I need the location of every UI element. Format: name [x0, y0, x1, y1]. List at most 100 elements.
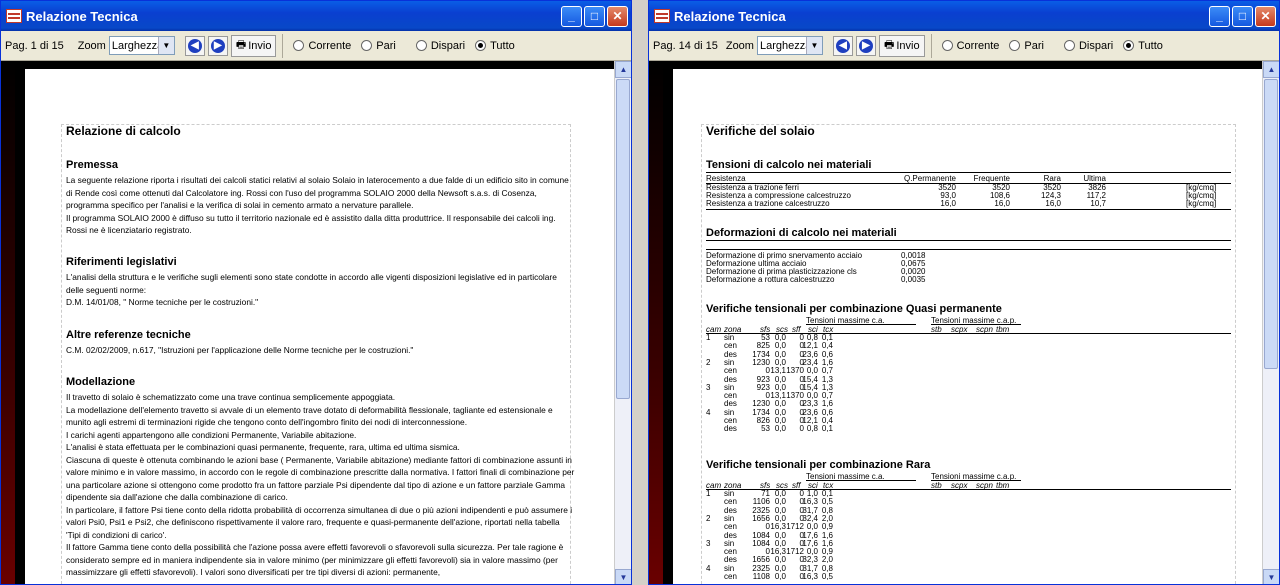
section-heading: Riferimenti legislativi: [66, 256, 177, 268]
arrow-right-icon: ▶: [210, 38, 225, 53]
toolbar-separator: [930, 33, 932, 58]
doc-title: Relazione di calcolo: [66, 124, 181, 138]
document-page: Relazione di calcolo Premessa La seguent…: [25, 69, 618, 584]
radio-dispari[interactable]: Dispari: [1063, 40, 1113, 52]
preview-area[interactable]: Verifiche del solaio Tensioni di calcolo…: [649, 61, 1279, 584]
table-cell: cen: [724, 522, 737, 532]
table-cell: 4: [706, 563, 711, 573]
scroll-thumb[interactable]: [616, 79, 630, 399]
next-page-button[interactable]: ▶: [207, 35, 228, 56]
minimize-button[interactable]: _: [1209, 5, 1230, 27]
table-cell: 3: [706, 538, 711, 548]
page-indicator: Pag. 14 di 15: [653, 39, 718, 52]
section-heading: Verifiche tensionali per combinazione Ra…: [706, 459, 931, 471]
table-cell: 1: [706, 333, 711, 342]
toolbar-separator: [282, 33, 284, 58]
document-page: Verifiche del solaio Tensioni di calcolo…: [673, 69, 1266, 584]
table-cell: 0,9: [821, 522, 833, 532]
table-cell: 0,0035: [901, 275, 926, 284]
radio-corrente[interactable]: Corrente: [293, 40, 351, 52]
table-cell: cen: [724, 366, 737, 376]
printer-icon: 🖶: [883, 39, 895, 51]
section-text: La seguente relazione riporta i risultat…: [66, 175, 569, 235]
doc-title: Verifiche del solaio: [706, 124, 815, 138]
app-icon: [6, 9, 22, 23]
qp-table: Tensioni massime c.a. Tensioni massime c.…: [706, 317, 1231, 445]
table-cell: 0,1: [821, 424, 833, 434]
radio-pari[interactable]: Pari: [361, 40, 396, 52]
close-button[interactable]: ✕: [607, 5, 628, 27]
vertical-scrollbar[interactable]: ▲ ▼: [1262, 61, 1279, 584]
scroll-up-icon[interactable]: ▲: [615, 61, 631, 78]
next-page-button[interactable]: ▶: [855, 35, 876, 56]
scroll-up-icon[interactable]: ▲: [1263, 61, 1279, 78]
arrow-right-icon: ▶: [858, 38, 873, 53]
chevron-down-icon: ▼: [157, 37, 174, 54]
minimize-button[interactable]: _: [561, 5, 582, 27]
app-icon: [654, 9, 670, 23]
arrow-left-icon: ◀: [187, 38, 202, 53]
print-button[interactable]: 🖶 Invio: [230, 34, 277, 57]
report-window-right: Relazione Tecnica _ □ ✕ Pag. 14 di 15 Zo…: [648, 0, 1280, 585]
radio-tutto[interactable]: Tutto: [475, 40, 515, 52]
window-title: Relazione Tecnica: [674, 8, 786, 24]
section-heading: Verifiche tensionali per combinazione Qu…: [706, 303, 1002, 315]
title-bar[interactable]: Relazione Tecnica _ □ ✕: [1, 1, 631, 31]
section-text: C.M. 02/02/2009, n.617, "Istruzioni per …: [66, 345, 414, 355]
radio-dispari[interactable]: Dispari: [415, 40, 465, 52]
tensioni-table: Resistenza Q.Permanente Frequente Rara Ultim…: [706, 175, 1231, 215]
table-cell: Resistenza a trazione calcestruzzo: [706, 199, 830, 208]
maximize-button[interactable]: □: [584, 5, 605, 27]
window-title: Relazione Tecnica: [26, 8, 138, 24]
table-cell: 16,0: [994, 199, 1010, 208]
section-heading: Altre referenze tecniche: [66, 329, 191, 341]
page-indicator: Pag. 1 di 15: [5, 39, 64, 52]
section-heading: Modellazione: [66, 376, 136, 388]
table-cell: 2: [706, 513, 711, 523]
table-cell: 16,0: [1045, 199, 1061, 208]
radio-corrente[interactable]: Corrente: [941, 40, 999, 52]
table-cell: 3: [706, 382, 711, 392]
arrow-left-icon: ◀: [835, 38, 850, 53]
scroll-down-icon[interactable]: ▼: [1263, 569, 1279, 584]
chevron-down-icon: ▼: [805, 37, 822, 54]
section-heading: Deformazioni di calcolo nei materiali: [706, 227, 897, 239]
table-rule: [706, 209, 1231, 210]
table-header-cell: Resistenza: [706, 174, 746, 183]
table-cell: cen: [724, 572, 737, 581]
table-cell: 0,5: [821, 572, 833, 581]
scroll-thumb[interactable]: [1264, 79, 1278, 369]
rara-table: Tensioni massime c.a. Tensioni massime c.…: [706, 473, 1231, 584]
title-bar[interactable]: Relazione Tecnica _ □ ✕: [649, 1, 1279, 31]
report-window-left: Relazione Tecnica _ □ ✕ Pag. 1 di 15 Zoo…: [0, 0, 632, 585]
toolbar: Pag. 14 di 15 Zoom Larghezza ▼ ◀ ▶ 🖶 Invio…: [649, 31, 1279, 61]
table-cell: 10,7: [1090, 199, 1106, 208]
maximize-button[interactable]: □: [1232, 5, 1253, 27]
table-header-cell: Ultima: [1083, 174, 1106, 183]
zoom-select[interactable]: Larghezza ▼: [756, 36, 823, 55]
table-cell: 16,0: [940, 199, 956, 208]
printer-icon: 🖶: [235, 39, 247, 51]
table-cell: Deformazione a rottura calcestruzzo: [706, 275, 835, 284]
table-cell: des: [724, 424, 737, 434]
section-heading: Tensioni di calcolo nei materiali: [706, 159, 872, 171]
print-button[interactable]: 🖶 Invio: [878, 34, 925, 57]
zoom-label: Zoom: [77, 39, 106, 52]
table-cell: 2: [706, 357, 711, 367]
zoom-label: Zoom: [725, 39, 754, 52]
section-heading: Premessa: [66, 159, 118, 171]
close-button[interactable]: ✕: [1255, 5, 1276, 27]
scroll-down-icon[interactable]: ▼: [615, 569, 631, 584]
table-header-cell: Q.Permanente: [903, 174, 956, 183]
table-cell: 0,7: [821, 366, 833, 376]
radio-tutto[interactable]: Tutto: [1123, 40, 1163, 52]
table-cell: [kg/cmq]: [1186, 199, 1217, 208]
prev-page-button[interactable]: ◀: [832, 35, 853, 56]
vertical-scrollbar[interactable]: ▲ ▼: [614, 61, 631, 584]
preview-area[interactable]: Relazione di calcolo Premessa La seguent…: [1, 61, 631, 584]
prev-page-button[interactable]: ◀: [184, 35, 205, 56]
section-text: L'analisi della struttura e le verifiche…: [66, 272, 557, 307]
zoom-select[interactable]: Larghezza ▼: [108, 36, 175, 55]
radio-pari[interactable]: Pari: [1009, 40, 1044, 52]
toolbar: Pag. 1 di 15 Zoom Larghezza ▼ ◀ ▶ 🖶 Invio …: [1, 31, 631, 61]
